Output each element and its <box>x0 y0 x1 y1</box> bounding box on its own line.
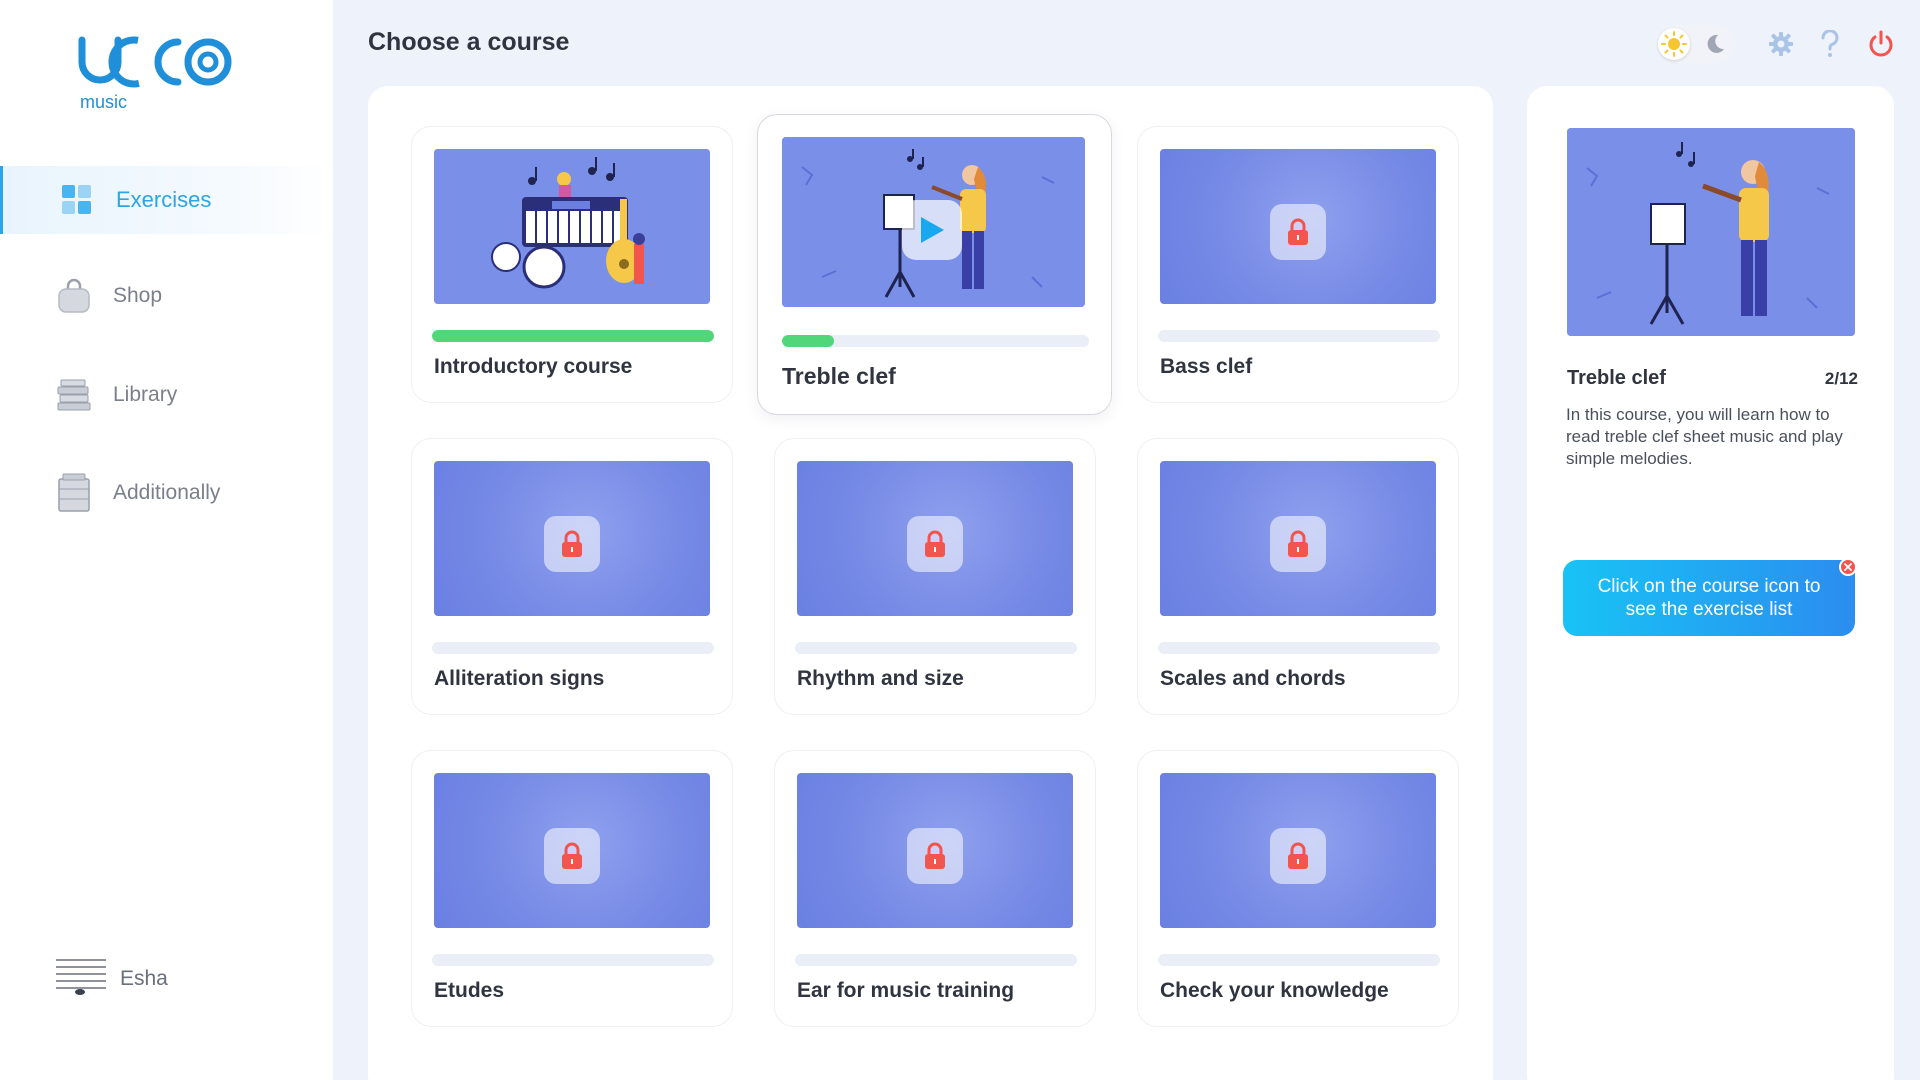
course-detail-description: In this course, you will learn how to re… <box>1566 405 1843 468</box>
progress-fill <box>782 335 835 347</box>
help-icon[interactable] <box>1814 28 1846 60</box>
course-details-panel: Treble clef 2/12 In this course, you wil… <box>1527 86 1894 1080</box>
lock-icon <box>907 828 963 884</box>
course-card-treble-clef[interactable]: Treble clef <box>757 114 1112 415</box>
page-title: Choose a course <box>368 28 570 56</box>
grid-icon <box>59 182 95 218</box>
sidebar-item-label: Library <box>113 383 178 406</box>
hint-text: Click on the course icon to see the exer… <box>1597 576 1821 620</box>
course-card-scales-and-chords[interactable]: Scales and chords <box>1137 438 1459 715</box>
course-thumbnail-locked <box>434 773 710 928</box>
course-detail-title: Treble clef <box>1567 367 1666 389</box>
progress-bar <box>782 335 1089 347</box>
course-title: Check your knowledge <box>1160 979 1389 1002</box>
course-card-ear-for-music-training[interactable]: Ear for music training <box>774 750 1096 1027</box>
course-card-introductory[interactable]: Introductory course <box>411 126 733 403</box>
progress-fill <box>432 330 714 342</box>
course-thumbnail-locked <box>1160 461 1436 616</box>
lock-icon <box>1270 204 1326 260</box>
archive-icon <box>56 473 92 512</box>
course-thumbnail-locked <box>1160 773 1436 928</box>
course-title: Bass clef <box>1160 355 1253 378</box>
lock-icon <box>544 828 600 884</box>
course-thumbnail-locked <box>434 461 710 616</box>
course-card-bass-clef[interactable]: Bass clef <box>1137 126 1459 403</box>
course-card-rhythm-and-size[interactable]: Rhythm and size <box>774 438 1096 715</box>
course-title: Rhythm and size <box>797 667 964 690</box>
staff-icon <box>56 956 106 1001</box>
course-detail-thumbnail <box>1567 128 1855 336</box>
lock-icon <box>1270 828 1326 884</box>
progress-bar <box>432 954 714 966</box>
user-profile[interactable]: Esha <box>56 956 168 1001</box>
sidebar-item-label: Shop <box>113 284 163 307</box>
play-button[interactable] <box>902 200 962 260</box>
course-title: Treble clef <box>782 363 896 389</box>
bag-icon <box>56 278 92 314</box>
course-detail-count: 2/12 <box>1824 369 1858 388</box>
progress-bar <box>1158 330 1440 342</box>
gear-icon[interactable] <box>1765 28 1797 60</box>
sidebar-item-library[interactable]: Library <box>0 361 333 429</box>
progress-bar <box>1158 954 1440 966</box>
logo-subtitle: music <box>80 92 128 112</box>
lock-icon <box>907 516 963 572</box>
sidebar-item-additionally[interactable]: Additionally <box>0 459 333 527</box>
theme-toggle[interactable] <box>1655 25 1735 63</box>
progress-bar <box>432 642 714 654</box>
close-icon[interactable] <box>1839 558 1857 576</box>
course-card-check-your-knowledge[interactable]: Check your knowledge <box>1137 750 1459 1027</box>
sidebar-item-exercises[interactable]: Exercises <box>0 166 333 234</box>
lock-icon <box>1270 516 1326 572</box>
course-thumbnail <box>434 149 710 304</box>
sun-icon <box>1658 28 1690 60</box>
course-title: Scales and chords <box>1160 667 1346 690</box>
moon-icon <box>1701 30 1729 58</box>
course-thumbnail-locked <box>797 461 1073 616</box>
sidebar: music Exercises Shop Library Additionall… <box>0 0 333 1080</box>
sidebar-item-shop[interactable]: Shop <box>0 262 333 330</box>
course-title: Ear for music training <box>797 979 1015 1002</box>
course-title: Alliteration signs <box>434 667 605 690</box>
course-thumbnail-locked <box>1160 149 1436 304</box>
power-icon[interactable] <box>1865 28 1897 60</box>
play-icon <box>921 217 944 243</box>
hint-tooltip: Click on the course icon to see the exer… <box>1563 558 1857 636</box>
user-name: Esha <box>120 966 168 990</box>
course-card-etudes[interactable]: Etudes <box>411 750 733 1027</box>
sidebar-item-label: Additionally <box>113 481 221 504</box>
course-thumbnail <box>782 137 1085 307</box>
progress-bar <box>432 330 714 342</box>
progress-bar <box>795 642 1077 654</box>
course-title: Etudes <box>434 979 505 1002</box>
progress-bar <box>1158 642 1440 654</box>
books-icon <box>56 377 92 413</box>
lock-icon <box>544 516 600 572</box>
course-grid-panel: Introductory course Treble clef Bass cle… <box>368 86 1493 1080</box>
progress-bar <box>795 954 1077 966</box>
course-thumbnail-locked <box>797 773 1073 928</box>
course-card-alliteration-signs[interactable]: Alliteration signs <box>411 438 733 715</box>
course-title: Introductory course <box>434 355 633 378</box>
sidebar-item-label: Exercises <box>116 187 212 212</box>
